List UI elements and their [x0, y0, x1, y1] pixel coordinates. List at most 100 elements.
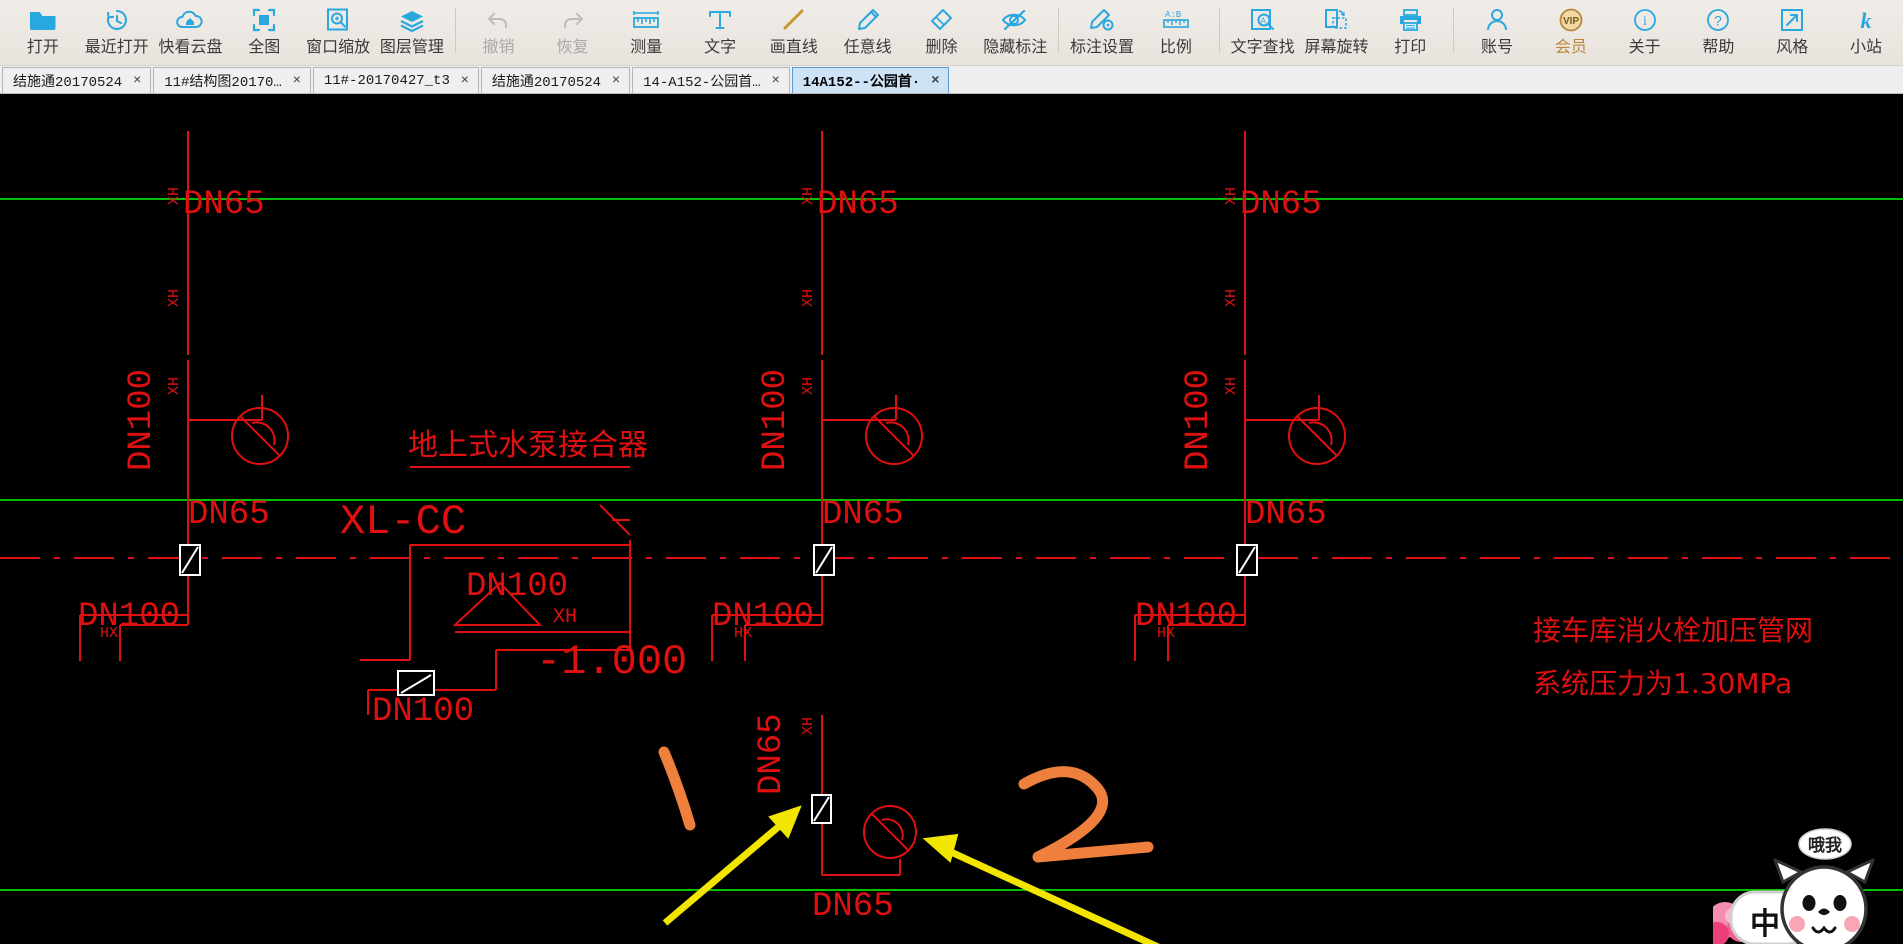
- riser-tag: HX: [1157, 625, 1175, 642]
- tab-item[interactable]: 11#-20170427_t3 ×: [312, 67, 479, 93]
- toolbar-button-fit-all[interactable]: 全图: [227, 0, 301, 64]
- pencil-icon: [851, 5, 885, 35]
- toolbar-button-redo[interactable]: 恢复: [536, 0, 610, 64]
- folder-open-icon: [26, 5, 60, 35]
- toolbar-label: 任意线: [843, 39, 892, 56]
- tab-label: 14-A152-公园首…: [643, 74, 761, 91]
- riser-label: DN65: [188, 496, 270, 534]
- toolbar-button-kuaikan-site[interactable]: k 小站: [1829, 0, 1903, 64]
- printer-icon: [1393, 5, 1427, 35]
- redo-icon: [555, 5, 589, 35]
- toolbar-label: 最近打开: [84, 39, 149, 56]
- close-icon[interactable]: ×: [609, 73, 623, 89]
- toolbar-label: 恢复: [556, 39, 589, 56]
- riser-tag: XH: [166, 187, 183, 205]
- toolbar-label: 文字查找: [1230, 39, 1295, 56]
- toolbar-separator: [1453, 8, 1455, 52]
- close-icon[interactable]: ×: [130, 73, 144, 89]
- toolbar-label: 屏幕旋转: [1304, 39, 1369, 56]
- riser-label: DN100: [78, 598, 180, 636]
- elevation-label: -1.000: [536, 638, 687, 686]
- line-icon: [777, 5, 811, 35]
- toolbar-label: 账号: [1481, 39, 1514, 56]
- close-icon[interactable]: ×: [928, 73, 942, 89]
- toolbar-button-open[interactable]: 打开: [6, 0, 80, 64]
- close-icon[interactable]: ×: [769, 73, 783, 89]
- toolbar-button-style[interactable]: 风格: [1755, 0, 1829, 64]
- orange-markup-group: [658, 746, 1154, 863]
- lower-branch-tag: XH: [800, 717, 817, 735]
- riser-1-labels: DN65 DN100 DN65 DN100: [78, 186, 270, 636]
- document-tab-bar: 结施通20170524 × 11#结构图20170… × 11#-2017042…: [0, 66, 1903, 94]
- riser-tag: XH: [800, 377, 817, 395]
- vip-icon: VIP: [1554, 5, 1588, 35]
- toolbar-button-text-search[interactable]: A 文字查找: [1226, 0, 1300, 64]
- ruler-icon: [629, 5, 663, 35]
- riser-tag: XH: [1223, 187, 1240, 205]
- riser-tag: XH: [1223, 289, 1240, 307]
- lower-branch-assembly: [821, 715, 901, 876]
- tab-item[interactable]: 结施通20170524 ×: [480, 67, 631, 93]
- toolbar-button-text[interactable]: 文字: [683, 0, 757, 64]
- close-icon[interactable]: ×: [458, 73, 472, 89]
- toolbar-button-help[interactable]: ? 帮助: [1682, 0, 1756, 64]
- toolbar-button-undo[interactable]: 撤销: [462, 0, 536, 64]
- tab-item[interactable]: 11#结构图20170… ×: [153, 67, 311, 93]
- close-icon[interactable]: ×: [290, 73, 304, 89]
- toolbar-button-account[interactable]: 账号: [1460, 0, 1534, 64]
- toolbar-label: 隐藏标注: [983, 39, 1048, 56]
- svg-text:k: k: [1861, 8, 1872, 33]
- toolbar-button-annotation-settings[interactable]: 标注设置: [1065, 0, 1139, 64]
- toolbar-separator: [1218, 8, 1220, 52]
- riser-code-label: XL-CC: [340, 498, 466, 546]
- yellow-arrow-group: [662, 805, 1161, 944]
- fit-all-icon: [247, 5, 281, 35]
- toolbar-button-about[interactable]: i 关于: [1608, 0, 1682, 64]
- toolbar-button-zoom-window[interactable]: 窗口缩放: [301, 0, 375, 64]
- annotation-settings-icon: [1085, 5, 1119, 35]
- riser-label: DN100: [123, 369, 161, 471]
- lower-branch-vertical-label: DN65: [753, 713, 791, 795]
- tab-item[interactable]: 结施通20170524 ×: [2, 67, 152, 93]
- system-note-block: 接车库消火栓加压管网 系统压力为1.30MPa: [1533, 614, 1813, 700]
- toolbar-button-layers[interactable]: 图层管理: [375, 0, 449, 64]
- help-icon: ?: [1701, 5, 1735, 35]
- tab-label: 11#结构图20170…: [164, 74, 282, 91]
- toolbar-label: 关于: [1628, 39, 1661, 56]
- cad-drawing-canvas[interactable]: DN65 DN100 DN65 DN100 XH XH XH HX 地上式水泵接…: [0, 95, 1903, 944]
- toolbar-button-scale[interactable]: A:B 比例: [1139, 0, 1213, 64]
- riser-label: DN65: [183, 186, 265, 224]
- hydrant-symbol-2: [865, 407, 923, 465]
- toolbar-separator: [1058, 8, 1060, 52]
- toolbar-label: 窗口缩放: [306, 39, 371, 56]
- tab-item-active[interactable]: 14A152--公园首· ×: [791, 67, 950, 93]
- riser-tag: XH: [166, 289, 183, 307]
- tab-label: 结施通20170524: [13, 74, 123, 91]
- toolbar-button-cloud[interactable]: 快看云盘: [154, 0, 228, 64]
- toolbar-label: 比例: [1159, 39, 1192, 56]
- toolbar-button-recent[interactable]: 最近打开: [80, 0, 154, 64]
- toolbar-button-screen-rotate[interactable]: 屏幕旋转: [1300, 0, 1374, 64]
- riser-2-labels: DN65 DN100 DN65 DN100: [712, 186, 904, 636]
- toolbar-label: 全图: [248, 39, 281, 56]
- toolbar-button-straight-line[interactable]: 画直线: [757, 0, 831, 64]
- lower-branch-horizontal-label: DN65: [812, 888, 894, 926]
- screen-rotate-icon: [1319, 5, 1353, 35]
- toolbar-button-delete[interactable]: 删除: [905, 0, 979, 64]
- text-search-icon: A: [1246, 5, 1280, 35]
- toolbar-separator: [454, 8, 456, 52]
- tab-item[interactable]: 14-A152-公园首… ×: [632, 67, 790, 93]
- toolbar-button-hide-annotation[interactable]: 隐藏标注: [978, 0, 1052, 64]
- toolbar-button-vip[interactable]: VIP 会员: [1534, 0, 1608, 64]
- toolbar-label: 打印: [1394, 39, 1427, 56]
- hide-annotation-icon: [998, 5, 1032, 35]
- toolbar-button-print[interactable]: 打印: [1373, 0, 1447, 64]
- toolbar-button-freehand-line[interactable]: 任意线: [831, 0, 905, 64]
- scale-ratio-icon: A:B: [1159, 5, 1193, 35]
- cad-vector-layer: DN65 DN100 DN65 DN100 XH XH XH HX 地上式水泵接…: [0, 131, 1903, 944]
- toolbar-label: 图层管理: [379, 39, 444, 56]
- svg-text:i: i: [1643, 14, 1647, 29]
- system-note-line-2: 系统压力为1.30MPa: [1533, 667, 1792, 700]
- toolbar-button-measure[interactable]: 测量: [609, 0, 683, 64]
- toolbar-label: 打开: [26, 39, 59, 56]
